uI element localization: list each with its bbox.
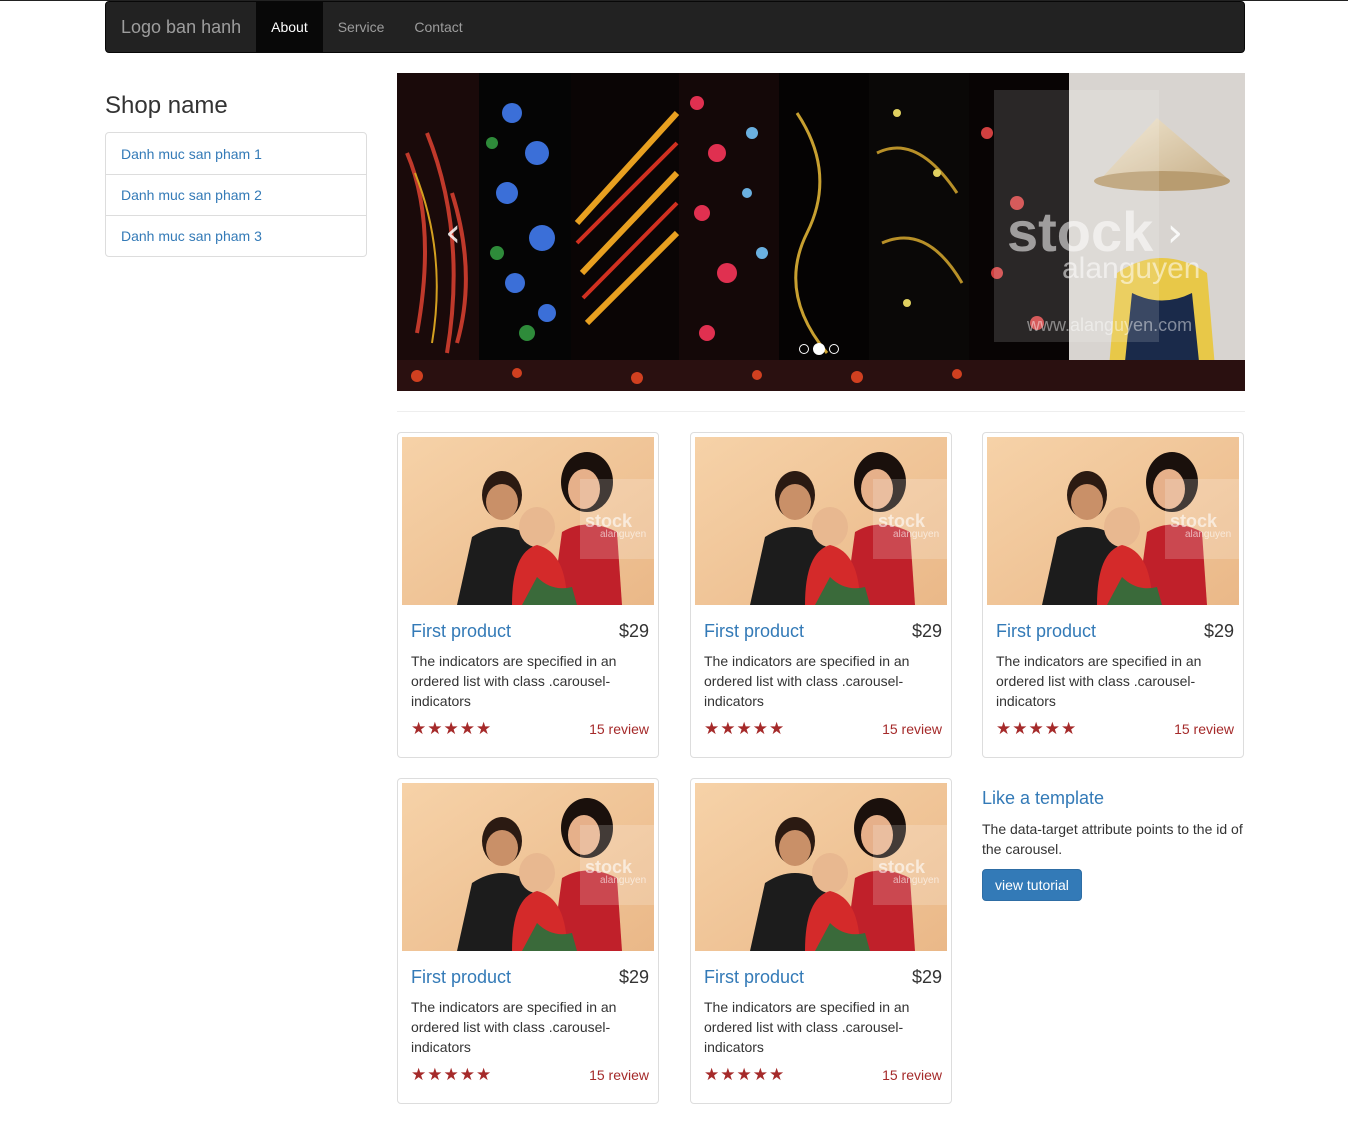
- product-description: The indicators are specified in an order…: [996, 653, 1202, 709]
- product-card: First product $29 The indicators are spe…: [982, 432, 1244, 758]
- product-name[interactable]: First product: [704, 967, 804, 988]
- product-price: $29: [618, 621, 649, 641]
- product-image[interactable]: [402, 437, 654, 605]
- product-name[interactable]: First product: [704, 621, 804, 642]
- sidebar: Shop name Danh muc san pham 1 Danh muc s…: [105, 90, 367, 257]
- product-image[interactable]: [695, 437, 947, 605]
- nav-contact[interactable]: Contact: [399, 2, 477, 52]
- carousel-next-control[interactable]: ›: [1167, 213, 1183, 253]
- product-image[interactable]: [695, 783, 947, 951]
- review-count: 15 review: [589, 721, 649, 737]
- review-count: 15 review: [882, 1067, 942, 1083]
- review-count: 15 review: [882, 721, 942, 737]
- category-list: Danh muc san pham 1 Danh muc san pham 2 …: [105, 132, 367, 257]
- product-card: First product $29 The indicators are spe…: [397, 432, 659, 758]
- carousel-indicator-2[interactable]: [813, 343, 825, 355]
- image-carousel: stock alanguyen www.alanguyen.com ‹ ›: [397, 73, 1245, 391]
- nav-service[interactable]: Service: [323, 2, 400, 52]
- product-card: First product $29 The indicators are spe…: [397, 778, 659, 1104]
- product-description: The indicators are specified in an order…: [411, 653, 617, 709]
- review-count: 15 review: [589, 1067, 649, 1083]
- product-description: The indicators are specified in an order…: [704, 999, 910, 1055]
- product-name[interactable]: First product: [411, 621, 511, 642]
- star-rating-icon: ★★★★★: [411, 1065, 493, 1085]
- product-card: First product $29 The indicators are spe…: [690, 778, 952, 1104]
- product-image[interactable]: [402, 783, 654, 951]
- product-description: The indicators are specified in an order…: [704, 653, 910, 709]
- product-price: $29: [911, 621, 942, 641]
- brand-logo[interactable]: Logo ban hanh: [106, 2, 256, 52]
- category-item-2[interactable]: Danh muc san pham 2: [106, 174, 366, 215]
- star-rating-icon: ★★★★★: [704, 719, 786, 739]
- chevron-left-icon: ‹: [445, 210, 461, 256]
- product-name[interactable]: First product: [996, 621, 1096, 642]
- template-box: Like a template The data-target attribut…: [982, 785, 1244, 901]
- divider: [397, 411, 1245, 412]
- chevron-right-icon: ›: [1167, 210, 1183, 256]
- category-item-1[interactable]: Danh muc san pham 1: [106, 133, 366, 174]
- product-card: First product $29 The indicators are spe…: [690, 432, 952, 758]
- svg-text:alanguyen: alanguyen: [1062, 252, 1200, 285]
- star-rating-icon: ★★★★★: [996, 719, 1078, 739]
- category-item-3[interactable]: Danh muc san pham 3: [106, 215, 366, 256]
- carousel-indicators: [799, 343, 839, 355]
- template-title: Like a template: [982, 788, 1105, 808]
- product-price: $29: [618, 967, 649, 987]
- shop-name: Shop name: [105, 92, 228, 119]
- product-price: $29: [911, 967, 942, 987]
- nav-about[interactable]: About: [256, 2, 323, 52]
- star-rating-icon: ★★★★★: [411, 719, 493, 739]
- product-name[interactable]: First product: [411, 967, 511, 988]
- navbar: Logo ban hanh About Service Contact: [105, 1, 1245, 53]
- view-tutorial-button[interactable]: view tutorial: [982, 869, 1082, 901]
- carousel-indicator-3[interactable]: [829, 344, 839, 354]
- carousel-indicator-1[interactable]: [799, 344, 809, 354]
- product-price: $29: [1203, 621, 1234, 641]
- review-count: 15 review: [1174, 721, 1234, 737]
- star-rating-icon: ★★★★★: [704, 1065, 786, 1085]
- product-description: The indicators are specified in an order…: [411, 999, 617, 1055]
- template-text: The data-target attribute points to the …: [982, 821, 1243, 857]
- carousel-prev-control[interactable]: ‹: [445, 213, 461, 253]
- product-image[interactable]: [987, 437, 1239, 605]
- svg-text:www.alanguyen.com: www.alanguyen.com: [1026, 315, 1192, 335]
